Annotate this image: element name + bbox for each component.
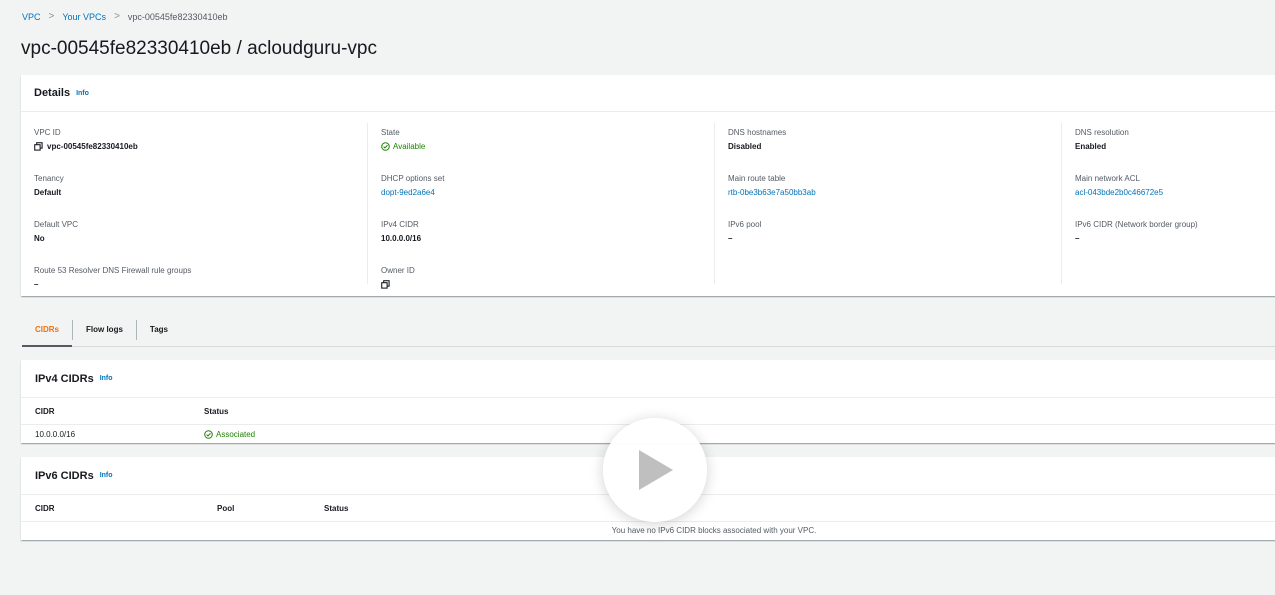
ipv4-cidrs-info-link[interactable]: Info <box>100 375 113 382</box>
details-info-link[interactable]: Info <box>76 90 89 97</box>
label-main-network-acl: Main network ACL <box>1075 174 1140 183</box>
value-dns-resolution: Enabled <box>1075 142 1107 151</box>
details-column-3: DNS hostnames Disabled Main route table … <box>715 123 1062 284</box>
breadcrumb-separator: > <box>114 11 120 22</box>
value-ipv6-pool: – <box>728 234 733 243</box>
main-network-acl-link[interactable]: acl-043bde2b0c46672e5 <box>1075 188 1275 197</box>
details-header: Details Info <box>21 75 1275 112</box>
value-vpc-id: vpc-00545fe82330410eb <box>34 142 367 151</box>
breadcrumb: VPC > Your VPCs > vpc-00545fe82330410eb <box>22 11 228 22</box>
value-ipv6-cidr-border: – <box>1075 234 1080 243</box>
vpc-id-text: vpc-00545fe82330410eb <box>47 142 138 151</box>
value-ipv4-cidr: 10.0.0.0/16 <box>381 234 422 243</box>
kv-vpc-id: VPC ID vpc-00545fe82330410eb <box>34 128 367 169</box>
kv-default-vpc: Default VPC No <box>34 220 367 261</box>
ipv4-cidrs-title: IPv4 CIDRs <box>35 372 94 385</box>
kv-ipv6-cidr-border: IPv6 CIDR (Network border group) – <box>1075 220 1275 261</box>
label-default-vpc: Default VPC <box>34 220 79 229</box>
details-column-1: VPC ID vpc-00545fe82330410eb Tenancy Def… <box>21 123 368 289</box>
kv-main-network-acl: Main network ACL acl-043bde2b0c46672e5 <box>1075 174 1275 215</box>
details-column-2: State Available DHCP options set dopt-9e… <box>368 123 715 289</box>
breadcrumb-current: vpc-00545fe82330410eb <box>127 11 228 22</box>
breadcrumb-your-vpcs-link[interactable]: Your VPCs <box>62 12 106 22</box>
label-dns-hostnames: DNS hostnames <box>728 128 787 137</box>
details-panel: Details Info VPC ID vpc-00545fe82330410e… <box>21 75 1275 296</box>
value-owner-id <box>381 280 714 289</box>
label-state: State <box>381 128 400 137</box>
ipv6-cidrs-title: IPv6 CIDRs <box>35 469 94 482</box>
label-dns-firewall: Route 53 Resolver DNS Firewall rule grou… <box>34 266 192 275</box>
kv-dns-firewall: Route 53 Resolver DNS Firewall rule grou… <box>34 266 367 307</box>
tab-bar: CIDRs Flow logs Tags <box>22 313 1275 347</box>
column-header-cidr[interactable]: CIDR <box>35 504 55 513</box>
kv-dhcp: DHCP options set dopt-9ed2a6e4 <box>381 174 714 215</box>
label-ipv6-pool: IPv6 pool <box>728 220 762 229</box>
kv-owner-id: Owner ID <box>381 266 714 307</box>
value-dns-hostnames: Disabled <box>728 142 762 151</box>
label-owner-id: Owner ID <box>381 266 415 275</box>
ipv4-cidrs-header: IPv4 CIDRs Info <box>21 360 1275 398</box>
page-title: vpc-00545fe82330410eb / acloudguru-vpc <box>21 38 377 59</box>
value-default-vpc: No <box>34 234 45 243</box>
details-column-4: DNS resolution Enabled Main network ACL … <box>1062 123 1275 284</box>
status-text: Associated <box>216 430 256 439</box>
kv-ipv6-pool: IPv6 pool – <box>728 220 1061 261</box>
kv-dns-hostnames: DNS hostnames Disabled <box>728 128 1061 169</box>
copy-icon[interactable] <box>381 280 390 289</box>
column-header-status[interactable]: Status <box>204 407 228 416</box>
empty-state-message: You have no IPv6 CIDR blocks associated … <box>611 526 817 535</box>
label-vpc-id: VPC ID <box>34 128 61 137</box>
tab-flow-logs[interactable]: Flow logs <box>73 313 136 346</box>
check-circle-icon <box>381 142 390 151</box>
label-tenancy: Tenancy <box>34 174 64 183</box>
check-circle-icon <box>204 430 213 439</box>
kv-tenancy: Tenancy Default <box>34 174 367 215</box>
cell-cidr: 10.0.0.0/16 <box>35 430 76 439</box>
label-dns-resolution: DNS resolution <box>1075 128 1129 137</box>
value-state: Available <box>381 142 714 151</box>
state-text: Available <box>393 142 426 151</box>
play-icon <box>639 450 673 490</box>
copy-icon[interactable] <box>34 142 43 151</box>
column-header-status[interactable]: Status <box>324 504 348 513</box>
label-dhcp: DHCP options set <box>381 174 445 183</box>
column-header-cidr[interactable]: CIDR <box>35 407 55 416</box>
label-ipv6-cidr-border: IPv6 CIDR (Network border group) <box>1075 220 1198 229</box>
tab-cidrs[interactable]: CIDRs <box>22 313 73 347</box>
details-title: Details <box>34 87 71 99</box>
play-button[interactable] <box>603 418 707 522</box>
label-ipv4-cidr: IPv4 CIDR <box>381 220 419 229</box>
value-tenancy: Default <box>34 188 62 197</box>
breadcrumb-vpc-link[interactable]: VPC <box>22 12 41 22</box>
breadcrumb-separator: > <box>48 11 55 22</box>
kv-main-route-table: Main route table rtb-0be3b63e7a50bb3ab <box>728 174 1061 215</box>
label-main-route-table: Main route table <box>728 174 786 183</box>
tab-tags[interactable]: Tags <box>137 313 181 346</box>
dhcp-options-link[interactable]: dopt-9ed2a6e4 <box>381 188 714 197</box>
kv-ipv4-cidr: IPv4 CIDR 10.0.0.0/16 <box>381 220 714 261</box>
value-dns-firewall: – <box>34 280 39 289</box>
kv-dns-resolution: DNS resolution Enabled <box>1075 128 1275 169</box>
main-route-table-link[interactable]: rtb-0be3b63e7a50bb3ab <box>728 188 1061 197</box>
cell-status: Associated <box>204 430 255 439</box>
kv-state: State Available <box>381 128 714 169</box>
column-header-pool[interactable]: Pool <box>217 504 234 513</box>
ipv6-cidrs-info-link[interactable]: Info <box>100 472 113 479</box>
